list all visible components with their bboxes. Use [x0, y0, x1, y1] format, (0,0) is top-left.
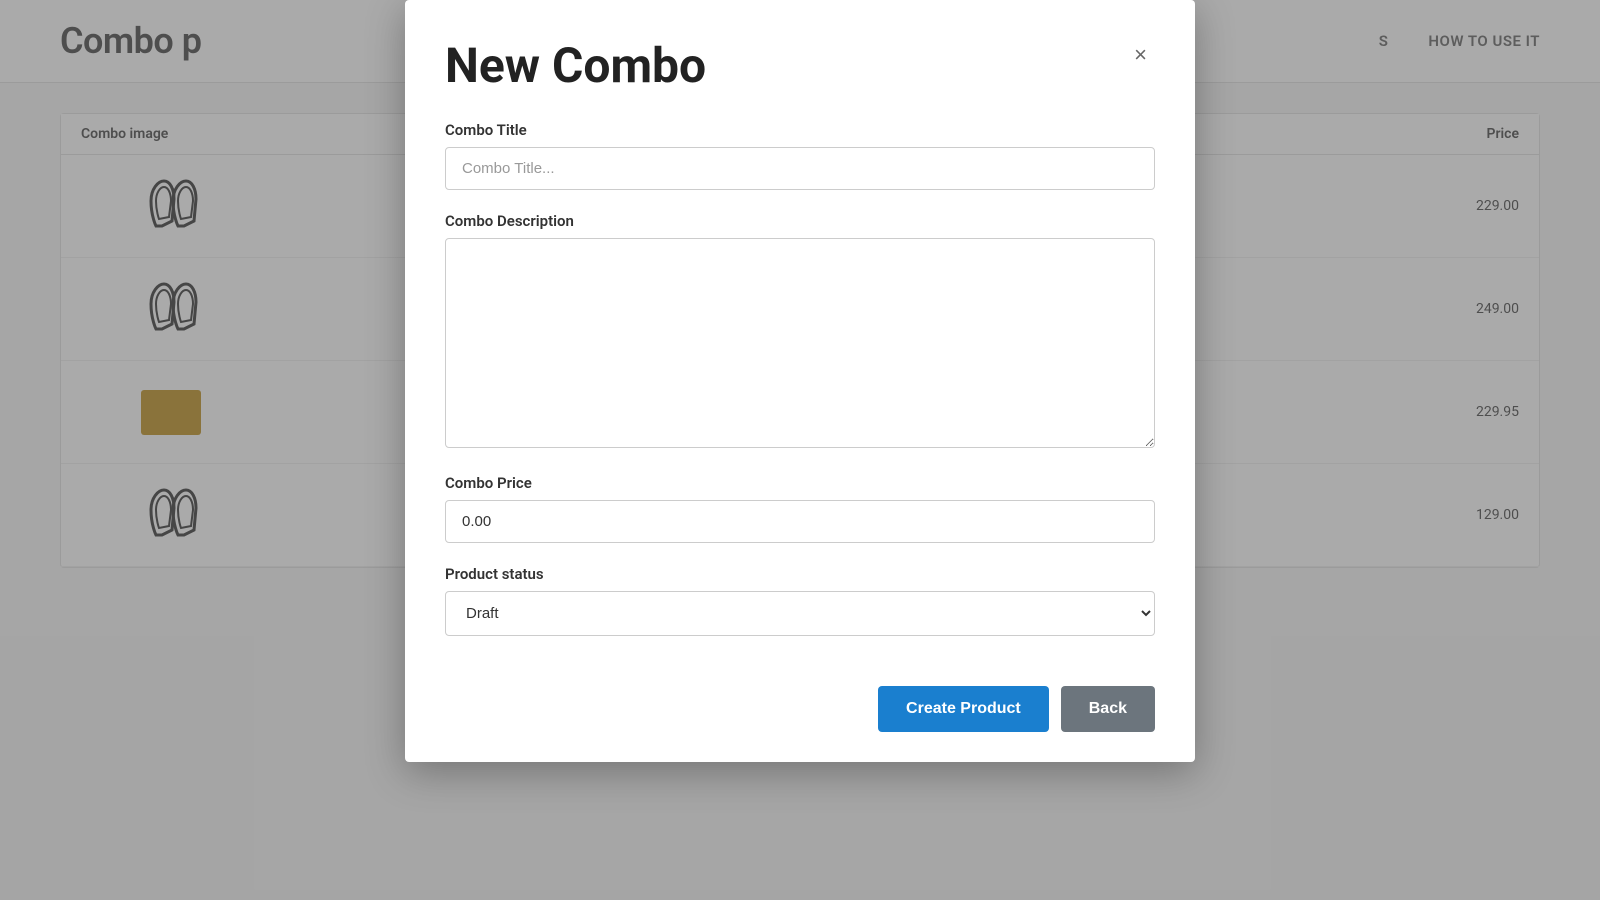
combo-price-input[interactable]	[445, 500, 1155, 543]
back-button[interactable]: Back	[1061, 686, 1155, 732]
combo-title-group: Combo Title	[445, 121, 1155, 190]
product-status-label: Product status	[445, 565, 1155, 583]
combo-title-label: Combo Title	[445, 121, 1155, 139]
modal-title: New Combo	[445, 40, 706, 93]
product-status-select[interactable]: Draft Active Archived	[445, 591, 1155, 636]
new-combo-modal: New Combo × Combo Title Combo Descriptio…	[405, 0, 1195, 762]
modal-header: New Combo ×	[445, 40, 1155, 93]
combo-title-input[interactable]	[445, 147, 1155, 190]
modal-footer: Create Product Back	[445, 666, 1155, 732]
combo-price-group: Combo Price	[445, 474, 1155, 543]
create-product-button[interactable]: Create Product	[878, 686, 1049, 732]
combo-description-group: Combo Description	[445, 212, 1155, 452]
combo-description-label: Combo Description	[445, 212, 1155, 230]
combo-price-label: Combo Price	[445, 474, 1155, 492]
product-status-group: Product status Draft Active Archived	[445, 565, 1155, 636]
close-button[interactable]: ×	[1126, 40, 1155, 70]
combo-description-textarea[interactable]	[445, 238, 1155, 448]
